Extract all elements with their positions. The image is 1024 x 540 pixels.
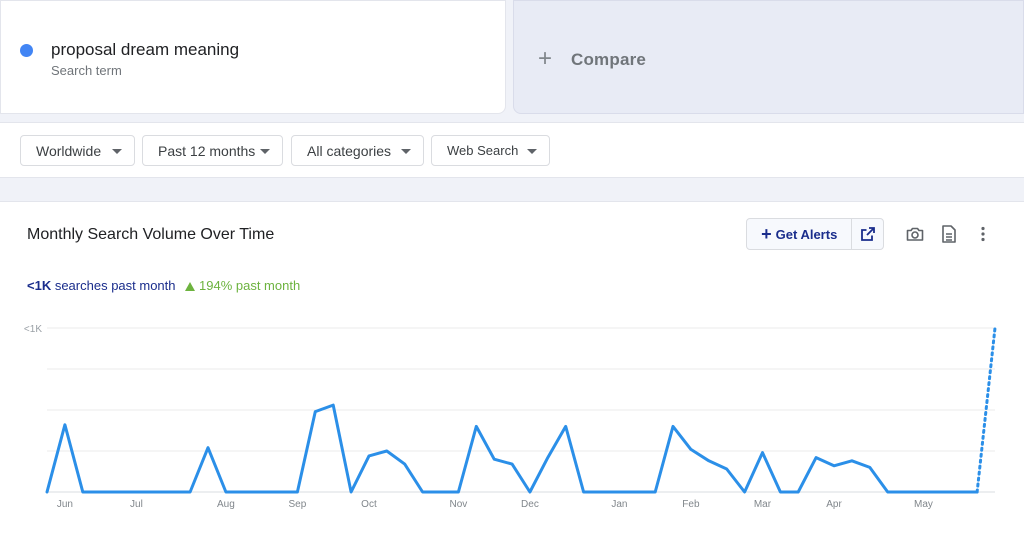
filter-bar: Worldwide Past 12 months All categories … <box>0 122 1024 178</box>
search-volume-stat: <1K searches past month <box>27 278 176 293</box>
x-tick-label: Dec <box>521 499 539 510</box>
search-type-filter[interactable]: Web Search <box>431 135 550 166</box>
camera-icon <box>906 227 924 241</box>
location-filter[interactable]: Worldwide <box>20 135 135 166</box>
plus-icon: + <box>538 45 553 72</box>
search-volume-chart: <1K Jun Jul Aug Sep Oct Nov Dec Jan Feb Mar Apr May <box>24 324 997 510</box>
x-tick-label: Oct <box>361 499 377 510</box>
change-stat-text: 194% past month <box>199 278 301 293</box>
x-tick-label: Feb <box>682 499 700 510</box>
x-tick-label: Nov <box>449 499 467 510</box>
screenshot-button[interactable] <box>905 224 925 244</box>
x-tick-label: Jun <box>57 499 73 510</box>
caret-down-icon <box>527 149 537 154</box>
search-type-filter-label: Web Search <box>447 143 519 158</box>
time-range-filter[interactable]: Past 12 months <box>142 135 283 166</box>
y-tick-label: <1K <box>24 324 42 335</box>
more-options-button[interactable] <box>973 224 993 244</box>
document-icon <box>942 225 956 243</box>
x-tick-label: May <box>914 499 933 510</box>
category-filter-label: All categories <box>307 142 392 159</box>
series-line <box>45 403 979 494</box>
get-alerts-label: Get Alerts <box>775 226 838 242</box>
x-tick-label: Jul <box>130 499 143 510</box>
chart-card: Monthly Search Volume Over Time + Get Al… <box>0 201 1024 540</box>
caret-down-icon <box>112 149 122 154</box>
open-external-button[interactable] <box>851 219 883 249</box>
category-filter[interactable]: All categories <box>291 135 424 166</box>
search-volume-value: <1K <box>27 278 52 293</box>
search-term-type: Search term <box>51 63 122 78</box>
caret-down-icon <box>260 149 270 154</box>
caret-down-icon <box>401 149 411 154</box>
search-term-name: proposal dream meaning <box>51 40 240 59</box>
x-tick-label: Mar <box>754 499 772 510</box>
more-vertical-icon <box>981 226 985 242</box>
x-tick-label: Apr <box>826 499 842 510</box>
location-filter-label: Worldwide <box>36 142 102 159</box>
external-link-icon <box>860 227 875 241</box>
x-tick-label: Sep <box>289 499 307 510</box>
trend-up-icon <box>185 282 195 291</box>
term-color-dot <box>20 44 33 57</box>
plus-icon: + <box>761 224 772 244</box>
search-volume-text: searches past month <box>51 278 176 293</box>
chart-title: Monthly Search Volume Over Time <box>27 226 275 243</box>
change-stat: 194% past month <box>185 278 300 293</box>
compare-button[interactable]: + Compare <box>513 0 1024 114</box>
export-csv-button[interactable] <box>939 224 959 244</box>
get-alerts-button[interactable]: + Get Alerts <box>747 219 851 249</box>
time-range-filter-label: Past 12 months <box>158 142 256 159</box>
x-tick-label: Jan <box>611 499 627 510</box>
compare-label: Compare <box>571 50 647 69</box>
search-term-card: proposal dream meaning Search term <box>0 0 506 114</box>
x-tick-label: Aug <box>217 499 235 510</box>
alerts-button-group: + Get Alerts <box>746 218 884 250</box>
